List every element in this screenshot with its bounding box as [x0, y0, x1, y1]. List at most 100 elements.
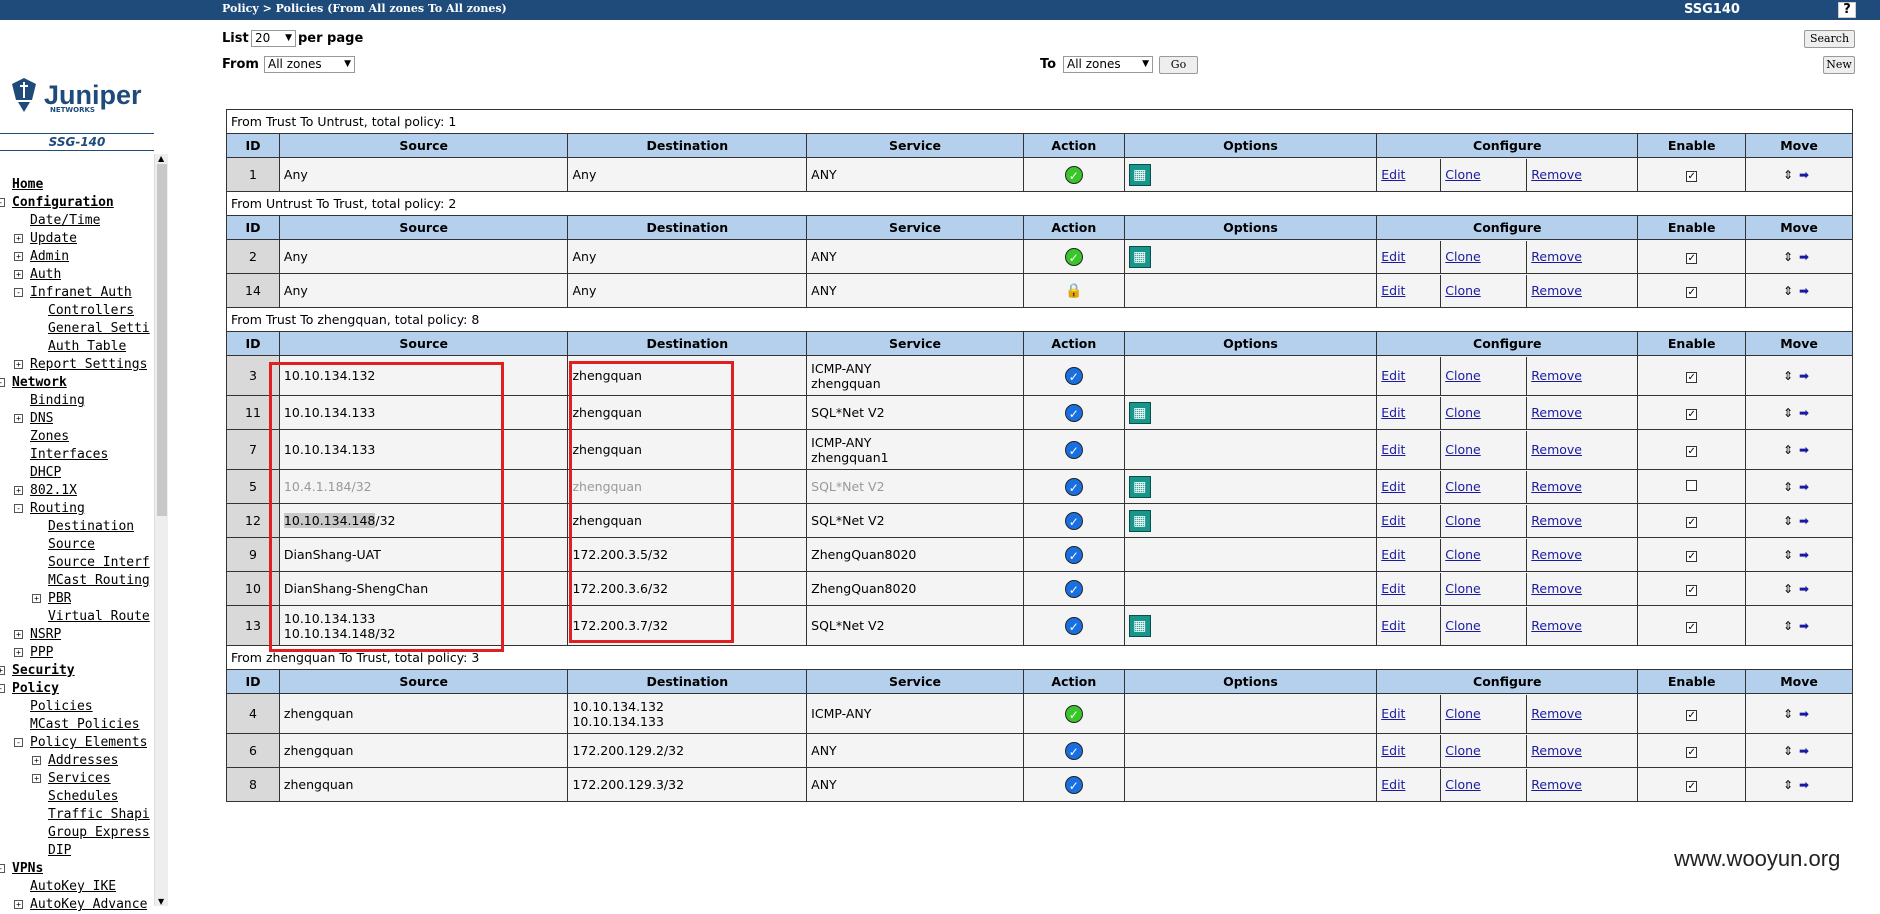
- sidebar-item-dns[interactable]: DNS: [30, 410, 53, 428]
- sidebar-item-802-1x[interactable]: 802.1X: [30, 482, 77, 500]
- sidebar-item-autokey-advance[interactable]: AutoKey Advance: [30, 896, 147, 914]
- enable-checkbox[interactable]: ✓: [1686, 253, 1698, 264]
- sidebar-item-virtual-route[interactable]: Virtual Route: [48, 608, 150, 626]
- tree-toggle-icon[interactable]: +: [14, 486, 23, 495]
- sidebar-item-ppp[interactable]: PPP: [30, 644, 53, 662]
- move-arrow-icon[interactable]: ➡: [1799, 168, 1815, 182]
- search-button[interactable]: Search: [1804, 30, 1855, 48]
- sidebar-item-dhcp[interactable]: DHCP: [30, 464, 61, 482]
- remove-link[interactable]: Remove: [1531, 442, 1582, 457]
- options-grid-icon[interactable]: ▦: [1128, 163, 1151, 186]
- edit-link[interactable]: Edit: [1381, 405, 1405, 420]
- move-updown-icon[interactable]: ⇕: [1783, 168, 1799, 182]
- move-updown-icon[interactable]: ⇕: [1783, 582, 1799, 596]
- enable-checkbox[interactable]: ✓: [1686, 585, 1698, 596]
- sidebar-item-addresses[interactable]: Addresses: [48, 752, 118, 770]
- sidebar-item-autokey-ike[interactable]: AutoKey IKE: [30, 878, 116, 896]
- edit-link[interactable]: Edit: [1381, 513, 1405, 528]
- move-updown-icon[interactable]: ⇕: [1783, 619, 1799, 633]
- remove-link[interactable]: Remove: [1531, 743, 1582, 758]
- enable-checkbox[interactable]: ✓: [1686, 622, 1698, 633]
- move-arrow-icon[interactable]: ➡: [1799, 707, 1815, 721]
- sidebar-item-group-express[interactable]: Group Express: [48, 824, 150, 842]
- tree-toggle-icon[interactable]: +: [14, 648, 23, 657]
- move-arrow-icon[interactable]: ➡: [1799, 514, 1815, 528]
- tree-toggle-icon[interactable]: +: [14, 630, 23, 639]
- enable-checkbox[interactable]: [1686, 480, 1698, 491]
- sidebar-item-date-time[interactable]: Date/Time: [30, 212, 100, 230]
- enable-checkbox[interactable]: ✓: [1686, 287, 1698, 298]
- remove-link[interactable]: Remove: [1531, 249, 1582, 264]
- clone-link[interactable]: Clone: [1445, 743, 1480, 758]
- move-updown-icon[interactable]: ⇕: [1783, 443, 1799, 457]
- sidebar-item-source[interactable]: Source: [48, 536, 95, 554]
- move-updown-icon[interactable]: ⇕: [1783, 369, 1799, 383]
- move-updown-icon[interactable]: ⇕: [1783, 250, 1799, 264]
- move-arrow-icon[interactable]: ➡: [1799, 582, 1815, 596]
- help-button[interactable]: ?: [1838, 2, 1856, 18]
- enable-checkbox[interactable]: ✓: [1686, 446, 1698, 457]
- remove-link[interactable]: Remove: [1531, 405, 1582, 420]
- tree-toggle-icon[interactable]: +: [14, 360, 23, 369]
- move-arrow-icon[interactable]: ➡: [1799, 778, 1815, 792]
- tree-toggle-icon[interactable]: +: [0, 666, 5, 675]
- enable-checkbox[interactable]: ✓: [1686, 781, 1698, 792]
- scrollbar-thumb[interactable]: [157, 164, 167, 516]
- enable-checkbox[interactable]: ✓: [1686, 517, 1698, 528]
- edit-link[interactable]: Edit: [1381, 249, 1405, 264]
- tree-toggle-icon[interactable]: +: [32, 774, 41, 783]
- sidebar-item-security[interactable]: Security: [12, 662, 75, 680]
- move-arrow-icon[interactable]: ➡: [1799, 744, 1815, 758]
- clone-link[interactable]: Clone: [1445, 547, 1480, 562]
- sidebar-item-general-setti[interactable]: General Setti: [48, 320, 150, 338]
- clone-link[interactable]: Clone: [1445, 479, 1480, 494]
- options-grid-icon[interactable]: ▦: [1128, 509, 1151, 532]
- list-count-select[interactable]: 20 ▼: [251, 30, 296, 47]
- sidebar-item-vpns[interactable]: VPNs: [12, 860, 43, 878]
- remove-link[interactable]: Remove: [1531, 581, 1582, 596]
- sidebar-item-report-settings[interactable]: Report Settings: [30, 356, 147, 374]
- edit-link[interactable]: Edit: [1381, 368, 1405, 383]
- edit-link[interactable]: Edit: [1381, 777, 1405, 792]
- sidebar-item-mcast-routing[interactable]: MCast Routing: [48, 572, 150, 590]
- remove-link[interactable]: Remove: [1531, 706, 1582, 721]
- clone-link[interactable]: Clone: [1445, 618, 1480, 633]
- move-arrow-icon[interactable]: ➡: [1799, 443, 1815, 457]
- move-arrow-icon[interactable]: ➡: [1799, 480, 1815, 494]
- go-button[interactable]: Go: [1159, 56, 1198, 74]
- sidebar-item-interfaces[interactable]: Interfaces: [30, 446, 108, 464]
- tree-toggle-icon[interactable]: -: [14, 738, 23, 747]
- edit-link[interactable]: Edit: [1381, 581, 1405, 596]
- sidebar-item-update[interactable]: Update: [30, 230, 77, 248]
- sidebar-item-schedules[interactable]: Schedules: [48, 788, 118, 806]
- clone-link[interactable]: Clone: [1445, 167, 1480, 182]
- sidebar-item-destination[interactable]: Destination: [48, 518, 134, 536]
- remove-link[interactable]: Remove: [1531, 547, 1582, 562]
- move-updown-icon[interactable]: ⇕: [1783, 778, 1799, 792]
- clone-link[interactable]: Clone: [1445, 706, 1480, 721]
- move-updown-icon[interactable]: ⇕: [1783, 406, 1799, 420]
- remove-link[interactable]: Remove: [1531, 777, 1582, 792]
- move-arrow-icon[interactable]: ➡: [1799, 369, 1815, 383]
- enable-checkbox[interactable]: ✓: [1686, 171, 1698, 182]
- edit-link[interactable]: Edit: [1381, 442, 1405, 457]
- clone-link[interactable]: Clone: [1445, 283, 1480, 298]
- remove-link[interactable]: Remove: [1531, 513, 1582, 528]
- from-zone-select[interactable]: All zones ▼: [264, 56, 355, 73]
- tree-toggle-icon[interactable]: -: [0, 684, 5, 693]
- tree-toggle-icon[interactable]: +: [14, 234, 23, 243]
- sidebar-item-dip[interactable]: DIP: [48, 842, 71, 860]
- sidebar-item-policies[interactable]: Policies: [30, 698, 93, 716]
- move-arrow-icon[interactable]: ➡: [1799, 406, 1815, 420]
- new-button[interactable]: New: [1823, 56, 1855, 74]
- move-updown-icon[interactable]: ⇕: [1783, 284, 1799, 298]
- sidebar-item-configuration[interactable]: Configuration: [12, 194, 114, 212]
- edit-link[interactable]: Edit: [1381, 479, 1405, 494]
- sidebar-item-admin[interactable]: Admin: [30, 248, 69, 266]
- remove-link[interactable]: Remove: [1531, 618, 1582, 633]
- tree-toggle-icon[interactable]: +: [14, 900, 23, 909]
- sidebar-item-routing[interactable]: Routing: [30, 500, 85, 518]
- move-arrow-icon[interactable]: ➡: [1799, 619, 1815, 633]
- sidebar-item-policy-elements[interactable]: Policy Elements: [30, 734, 147, 752]
- sidebar-item-mcast-policies[interactable]: MCast Policies: [30, 716, 140, 734]
